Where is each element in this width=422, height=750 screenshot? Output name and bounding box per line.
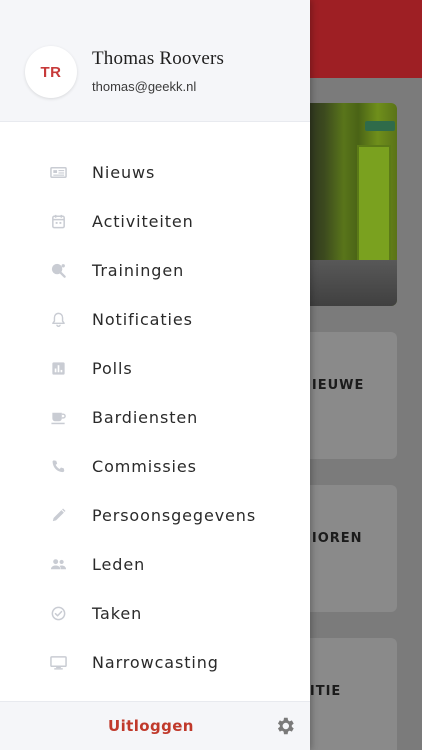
menu-item-label: Narrowcasting xyxy=(92,653,219,672)
bell-icon xyxy=(0,311,92,328)
menu-item-label: Commissies xyxy=(92,457,197,476)
check-circle-icon xyxy=(0,605,92,622)
drawer-menu: Nieuws Activiteiten Trainingen Notificat… xyxy=(0,148,310,687)
menu-item-notificaties[interactable]: Notificaties xyxy=(0,295,310,344)
user-name: Thomas Roovers xyxy=(92,48,225,69)
pencil-icon xyxy=(0,507,92,524)
menu-item-narrowcasting[interactable]: Narrowcasting xyxy=(0,638,310,687)
coffee-cup-icon xyxy=(0,409,92,426)
poll-chart-icon xyxy=(0,360,92,377)
calendar-icon xyxy=(0,213,92,230)
phone-icon xyxy=(0,458,92,475)
logout-button[interactable]: Uitloggen xyxy=(108,717,194,735)
menu-item-nieuws[interactable]: Nieuws xyxy=(0,148,310,197)
menu-item-label: Bardiensten xyxy=(92,408,199,427)
menu-item-label: Taken xyxy=(92,604,143,623)
avatar[interactable]: TR xyxy=(25,46,77,98)
menu-item-trainingen[interactable]: Trainingen xyxy=(0,246,310,295)
menu-item-label: Leden xyxy=(92,555,146,574)
menu-item-bardiensten[interactable]: Bardiensten xyxy=(0,393,310,442)
floor xyxy=(300,260,397,306)
monitor-icon xyxy=(0,654,92,671)
navigation-drawer: TR Thomas Roovers thomas@geekk.nl Nieuws… xyxy=(0,0,310,750)
table-tennis-icon xyxy=(0,262,92,279)
exit-sign xyxy=(365,121,395,131)
user-email: thomas@geekk.nl xyxy=(92,79,197,94)
menu-item-label: Notificaties xyxy=(92,310,193,329)
door xyxy=(357,145,391,265)
background-feature-image xyxy=(300,103,397,306)
menu-item-label: Polls xyxy=(92,359,133,378)
background-news-card[interactable]: NIOREN xyxy=(300,485,397,612)
newspaper-icon xyxy=(0,164,92,181)
menu-item-persoonsgegevens[interactable]: Persoonsgegevens xyxy=(0,491,310,540)
gear-icon[interactable] xyxy=(274,715,296,737)
menu-item-label: Activiteiten xyxy=(92,212,194,231)
menu-item-polls[interactable]: Polls xyxy=(0,344,310,393)
menu-item-label: Trainingen xyxy=(92,261,185,280)
background-news-card[interactable]: TITIE xyxy=(300,638,397,750)
background-news-card[interactable]: NIEUWE xyxy=(300,332,397,459)
menu-item-commissies[interactable]: Commissies xyxy=(0,442,310,491)
menu-item-leden[interactable]: Leden xyxy=(0,540,310,589)
drawer-footer: Uitloggen xyxy=(0,701,310,750)
drawer-profile-header[interactable]: TR Thomas Roovers thomas@geekk.nl xyxy=(0,0,310,122)
people-icon xyxy=(0,556,92,573)
menu-item-label: Persoonsgegevens xyxy=(92,506,257,525)
menu-item-taken[interactable]: Taken xyxy=(0,589,310,638)
menu-item-activiteiten[interactable]: Activiteiten xyxy=(0,197,310,246)
menu-item-label: Nieuws xyxy=(92,163,156,182)
